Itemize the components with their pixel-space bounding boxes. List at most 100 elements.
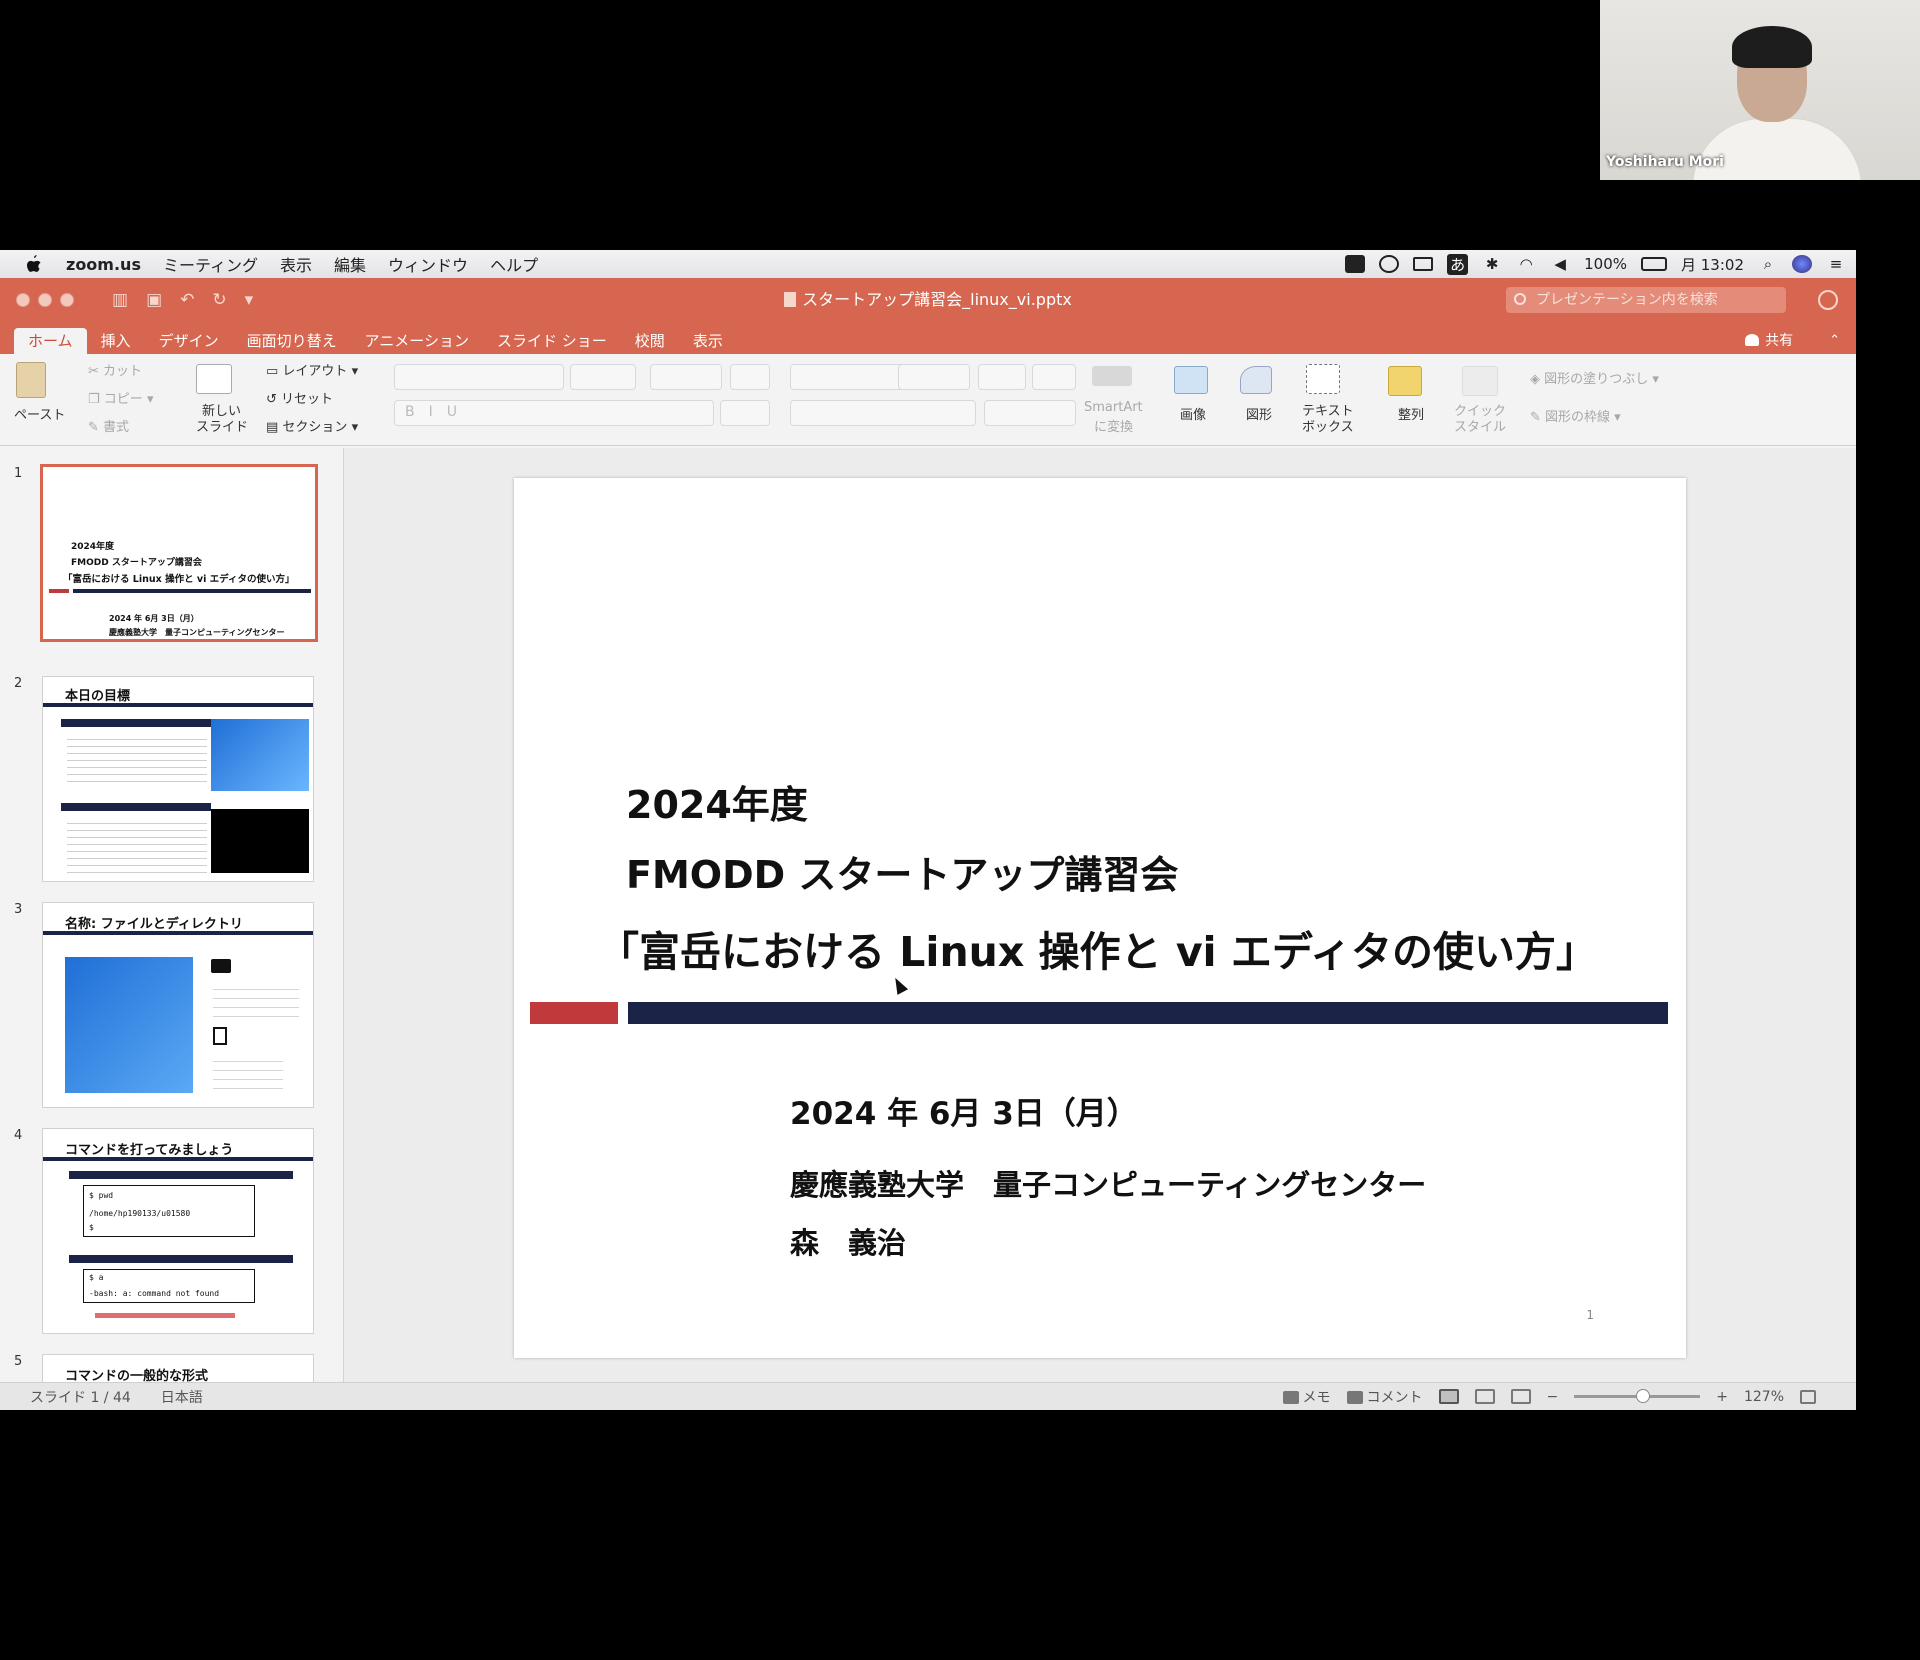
presentation-search-input[interactable]: プレゼンテーション内を検索 — [1506, 287, 1786, 313]
save-icon[interactable]: ▣ — [146, 290, 162, 310]
participant-video[interactable]: Yoshiharu Mori — [1600, 0, 1920, 180]
shapes-button[interactable]: 図形 — [1246, 404, 1272, 423]
paste-icon[interactable] — [16, 362, 46, 398]
copy-button[interactable]: ❐ コピー ▾ — [88, 388, 153, 407]
close-window-button[interactable] — [16, 293, 30, 307]
zoom-in-icon[interactable]: + — [1716, 1389, 1728, 1405]
reset-button[interactable]: ↺ リセット — [266, 388, 333, 407]
slide-thumbnail-2[interactable]: 本日の目標 — [42, 676, 314, 882]
menu-help[interactable]: ヘルプ — [490, 252, 538, 276]
notes-button[interactable]: メモ — [1282, 1387, 1331, 1407]
zoom-window-button[interactable] — [60, 293, 74, 307]
slide-event-line[interactable]: FMODD スタートアップ講習会 — [626, 844, 1178, 899]
wifi-icon[interactable]: ◠ — [1516, 255, 1536, 273]
slide-editing-canvas[interactable]: 2024年度 FMODD スタートアップ講習会 「富岳における Linux 操作… — [344, 448, 1856, 1382]
slide-date[interactable]: 2024 年 6月 3日（月） — [790, 1088, 1138, 1133]
text-direction-button[interactable] — [984, 400, 1076, 426]
image-icon[interactable] — [1174, 366, 1208, 394]
cut-button[interactable]: ✂ カット — [88, 360, 142, 379]
clear-format-button[interactable] — [730, 364, 770, 390]
textbox-label-2[interactable]: ボックス — [1302, 416, 1354, 435]
new-slide-label-2[interactable]: スライド — [196, 416, 248, 435]
zoom-level[interactable]: 127% — [1744, 1389, 1784, 1405]
line-spacing-button[interactable] — [978, 364, 1026, 390]
textbox-icon[interactable] — [1306, 364, 1340, 394]
menu-app-zoom[interactable]: zoom.us — [66, 255, 141, 274]
shape-outline-button[interactable]: ✎ 図形の枠線 ▾ — [1530, 406, 1621, 425]
input-method-indicator[interactable]: あ — [1447, 253, 1469, 275]
current-slide[interactable]: 2024年度 FMODD スタートアップ講習会 「富岳における Linux 操作… — [514, 478, 1686, 1358]
slide-affiliation[interactable]: 慶應義塾大学 量子コンピューティングセンター — [790, 1162, 1426, 1204]
zoom-slider-knob[interactable] — [1636, 1389, 1651, 1403]
quick-style-label-2[interactable]: スタイル — [1454, 416, 1506, 435]
share-button[interactable]: 共有 — [1745, 328, 1793, 354]
tab-home[interactable]: ホーム — [14, 328, 87, 354]
volume-icon[interactable]: ◀ — [1550, 255, 1570, 273]
quick-style-icon[interactable] — [1462, 366, 1498, 396]
shape-fill-button[interactable]: ◈ 図形の塗りつぶし ▾ — [1530, 368, 1659, 387]
slide-sorter-view-icon[interactable] — [1474, 1389, 1495, 1404]
slide-year-line[interactable]: 2024年度 — [626, 774, 808, 829]
shapes-icon[interactable] — [1240, 366, 1272, 394]
slide-main-title[interactable]: 「富岳における Linux 操作と vi エディタの使い方」 — [598, 918, 1597, 978]
smartart-label-2[interactable]: に変換 — [1094, 416, 1133, 435]
new-slide-icon[interactable] — [196, 364, 232, 394]
slide-thumbnail-pane[interactable]: 1 2024年度 FMODD スタートアップ講習会 「富岳における Linux … — [0, 448, 344, 1382]
tab-transitions[interactable]: 画面切り替え — [233, 328, 351, 354]
arrange-button[interactable]: 整列 — [1398, 404, 1424, 423]
sidebar-toggle-icon[interactable]: ▥ — [112, 290, 128, 310]
tab-design[interactable]: デザイン — [145, 328, 233, 354]
presenter-view-icon[interactable] — [1510, 1389, 1531, 1404]
screen-record-icon[interactable] — [1379, 255, 1400, 273]
format-painter-button[interactable]: ✎ 書式 — [88, 416, 129, 435]
zoom-out-icon[interactable]: − — [1547, 1389, 1559, 1405]
section-button[interactable]: ▤ セクション ▾ — [266, 416, 358, 435]
normal-view-icon[interactable] — [1438, 1389, 1459, 1404]
battery-icon[interactable] — [1641, 257, 1667, 271]
indent-buttons[interactable] — [898, 364, 970, 390]
slide-author[interactable]: 森 義治 — [790, 1220, 906, 1262]
google-drive-icon[interactable] — [1345, 255, 1366, 273]
slide-thumbnail-1[interactable]: 2024年度 FMODD スタートアップ講習会 「富岳における Linux 操作… — [40, 464, 318, 642]
bluetooth-icon[interactable]: ✱ — [1482, 255, 1502, 273]
menubar-clock[interactable]: 月 13:02 — [1681, 254, 1744, 275]
slide-thumbnail-4[interactable]: コマンドを打ってみましょう $ pwd /home/hp190133/u0158… — [42, 1128, 314, 1334]
layout-button[interactable]: ▭ レイアウト ▾ — [266, 360, 358, 379]
zoom-slider[interactable] — [1574, 1389, 1701, 1403]
tab-insert[interactable]: 挿入 — [87, 328, 145, 354]
fit-to-window-icon[interactable] — [1800, 1389, 1816, 1404]
collapse-ribbon-icon[interactable]: ⌃ — [1829, 328, 1840, 354]
tab-animations[interactable]: アニメーション — [351, 328, 483, 354]
bullets-button[interactable] — [790, 364, 910, 390]
minimize-window-button[interactable] — [38, 293, 52, 307]
menu-window[interactable]: ウィンドウ — [388, 252, 468, 276]
comments-button[interactable]: コメント — [1346, 1387, 1423, 1407]
paste-button[interactable]: ペースト — [14, 404, 65, 423]
align-buttons[interactable] — [790, 400, 976, 426]
menu-meeting[interactable]: ミーティング — [163, 252, 258, 276]
image-button[interactable]: 画像 — [1180, 404, 1206, 423]
text-style-buttons[interactable]: BIU — [394, 400, 714, 426]
menu-view[interactable]: 表示 — [280, 252, 312, 276]
slide-thumbnail-5[interactable]: コマンドの一般的な形式 — [42, 1354, 314, 1382]
apple-icon[interactable] — [24, 254, 42, 274]
tab-slideshow[interactable]: スライド ショー — [483, 328, 621, 354]
siri-icon[interactable] — [1792, 255, 1812, 273]
arrange-icon[interactable] — [1388, 366, 1422, 396]
smartart-label-1[interactable]: SmartArt — [1084, 400, 1143, 415]
font-color-button[interactable] — [720, 400, 770, 426]
slide-thumbnail-3[interactable]: 名称: ファイルとディレクトリ — [42, 902, 314, 1108]
redo-icon[interactable]: ↻ — [212, 290, 226, 310]
feedback-smiley-icon[interactable] — [1818, 290, 1838, 310]
menu-edit[interactable]: 編集 — [334, 252, 366, 276]
tab-review[interactable]: 校閲 — [621, 328, 679, 354]
font-name-select[interactable] — [394, 364, 564, 390]
smartart-icon[interactable] — [1092, 366, 1132, 386]
tab-view[interactable]: 表示 — [679, 328, 737, 354]
columns-button[interactable] — [1032, 364, 1076, 390]
font-size-adjust-buttons[interactable] — [650, 364, 722, 390]
undo-icon[interactable]: ↶ — [180, 290, 194, 310]
language-indicator[interactable]: 日本語 — [161, 1387, 203, 1407]
notification-center-icon[interactable]: ≡ — [1826, 255, 1846, 273]
spotlight-search-icon[interactable]: ⌕ — [1758, 255, 1778, 273]
